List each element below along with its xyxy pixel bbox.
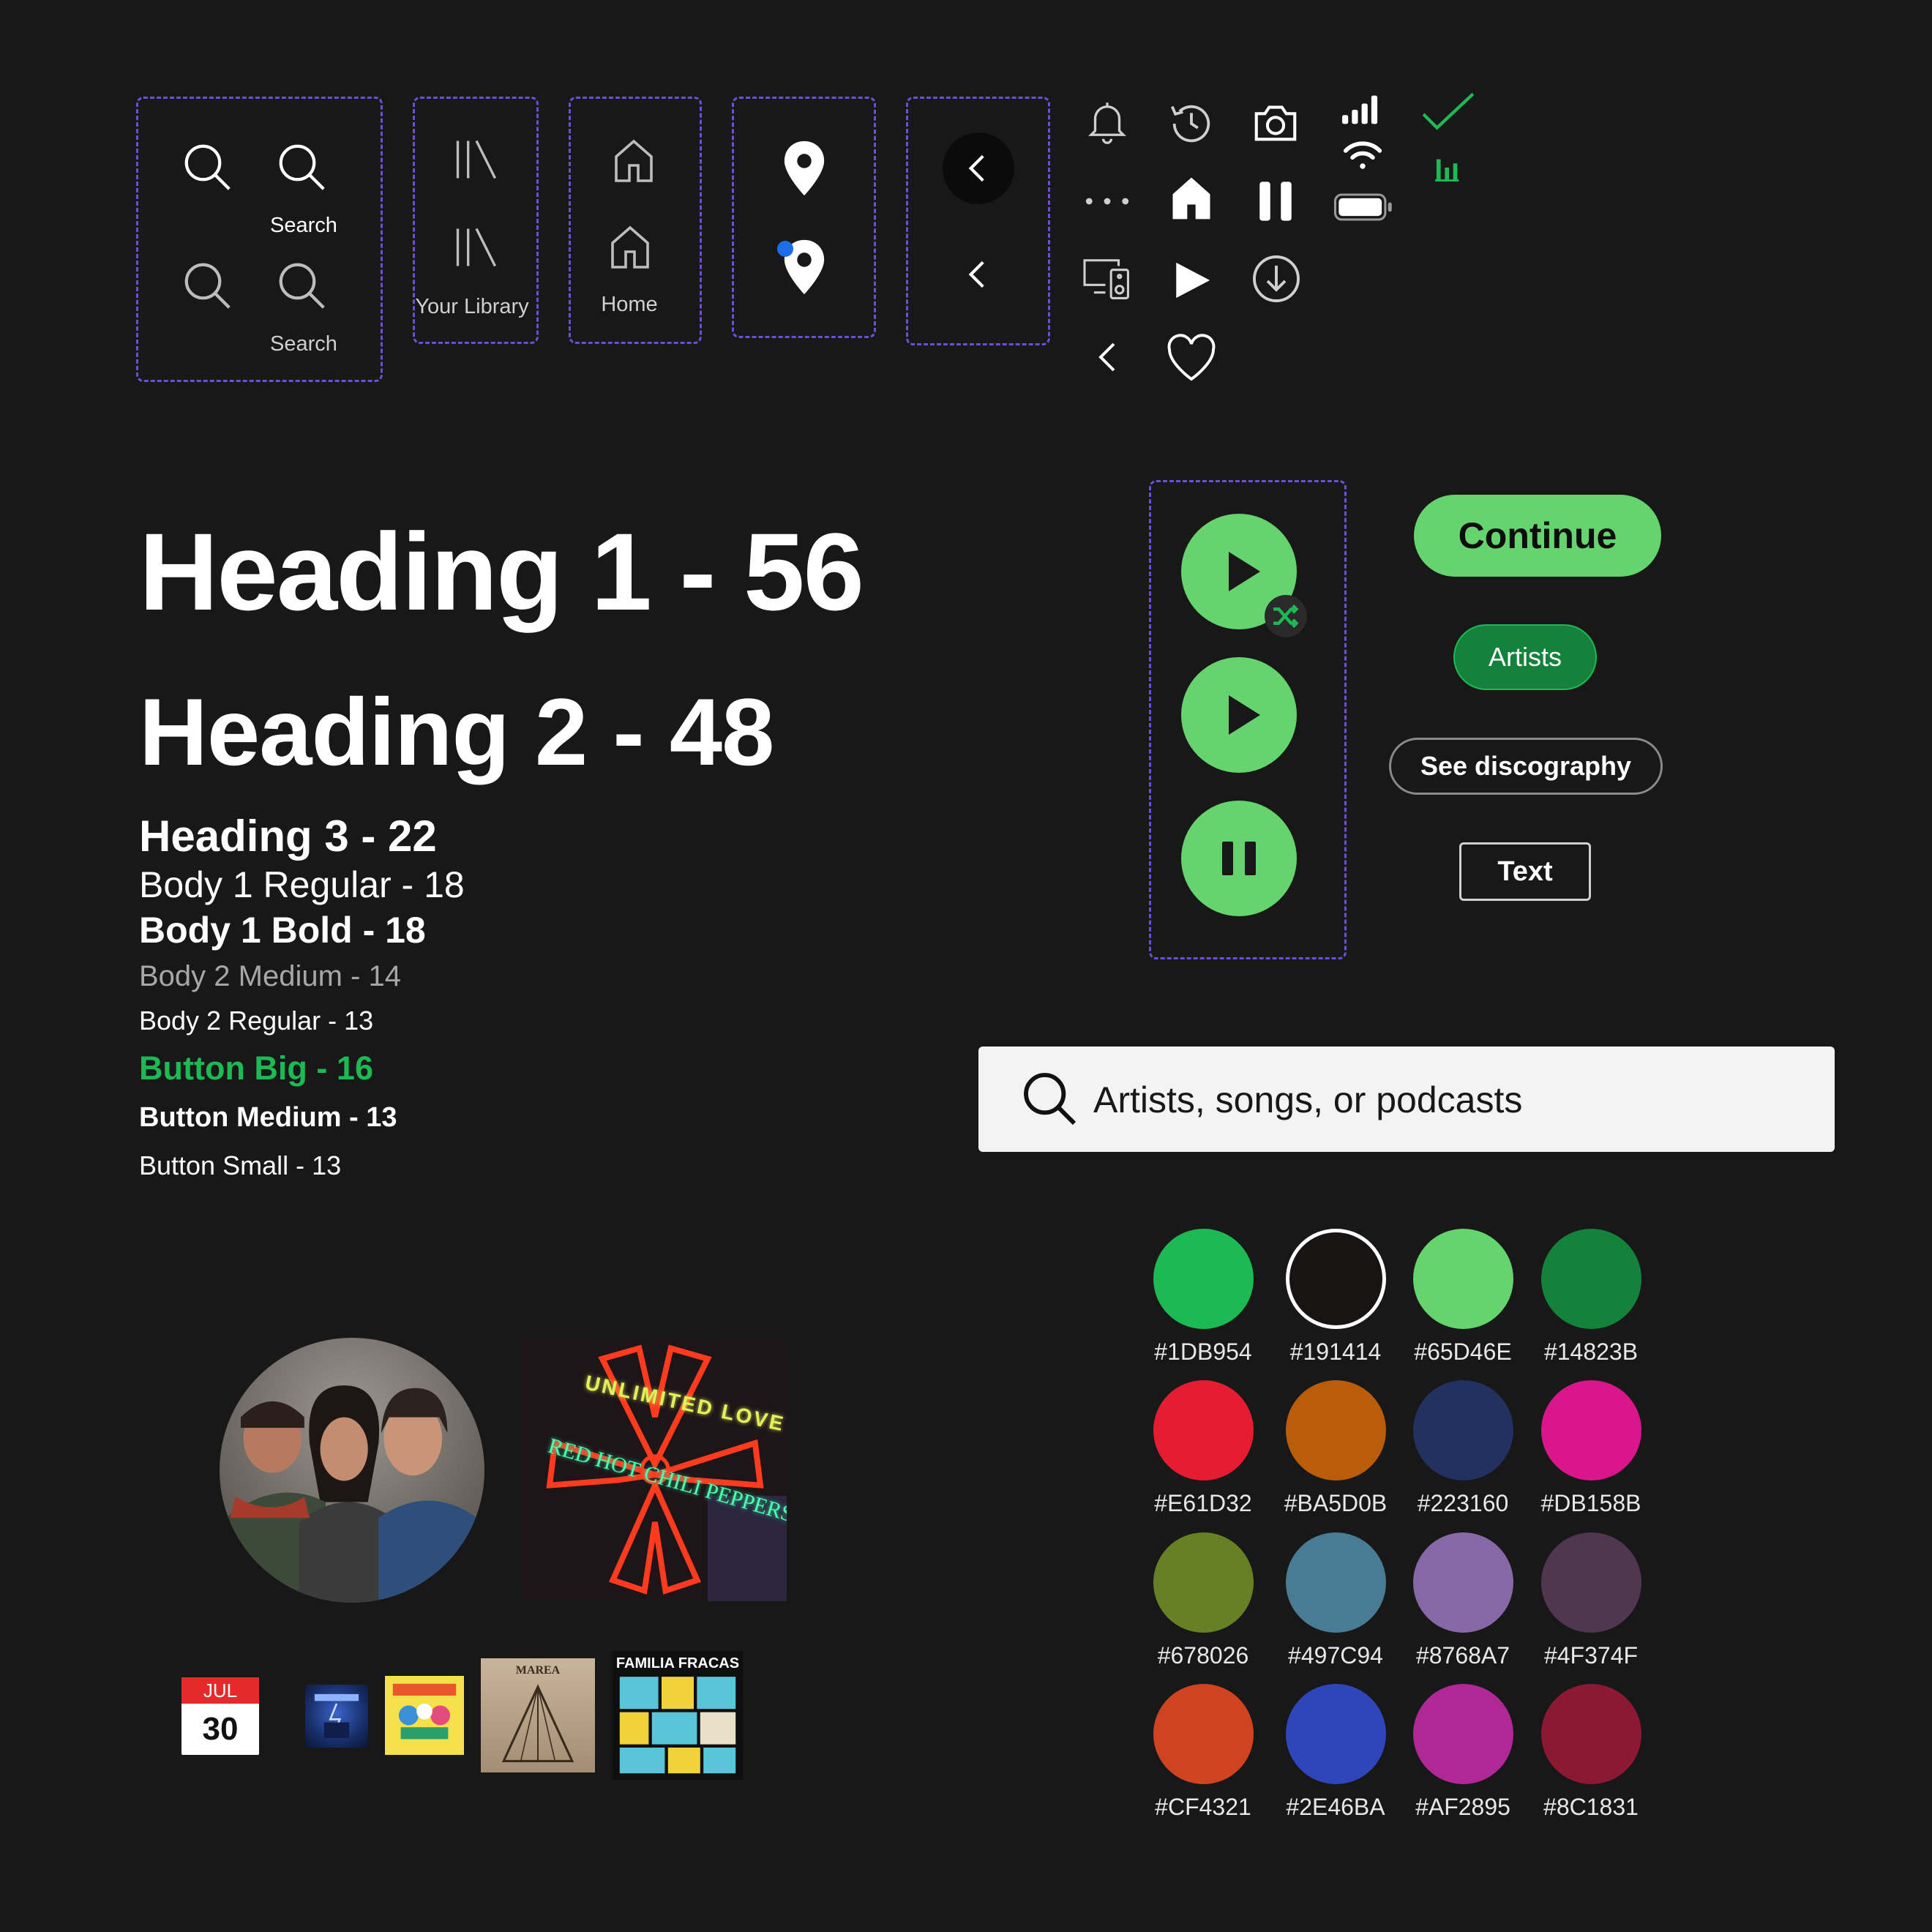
color-hex-label: #2E46BA [1286, 1794, 1385, 1820]
heart-icon[interactable] [1165, 333, 1218, 381]
color-hex-label: #AF2895 [1415, 1794, 1510, 1820]
camera-icon[interactable] [1248, 97, 1303, 148]
home-icon[interactable] [607, 135, 660, 187]
color-hex-label: #8768A7 [1415, 1642, 1510, 1669]
search-icon[interactable] [274, 139, 331, 196]
play-button[interactable] [1181, 657, 1297, 773]
color-hex-label: #DB158B [1540, 1490, 1641, 1516]
chevron-left-icon[interactable] [1090, 337, 1126, 378]
location-active-dot [777, 241, 793, 257]
calendar-icon: JUL 30 [181, 1677, 259, 1755]
heading-2-sample: Heading 2 - 48 [139, 678, 774, 785]
album-thumb-ride-the-lightning[interactable] [305, 1685, 368, 1748]
location-pin-icon[interactable] [779, 139, 830, 198]
library-icon[interactable] [452, 135, 501, 184]
calendar-month: JUL [181, 1677, 259, 1704]
home-filled-icon[interactable] [1167, 173, 1216, 224]
button-small-sample: Button Small - 13 [139, 1150, 342, 1180]
color-swatch [1413, 1684, 1513, 1784]
album-thumb-familia-title: FAMILIA FRACAS [615, 1655, 740, 1671]
signal-bars-icon [1342, 95, 1385, 124]
color-swatch [1153, 1684, 1254, 1784]
color-swatch [1286, 1684, 1386, 1784]
search-icon[interactable] [179, 139, 236, 196]
library-icon[interactable] [452, 222, 501, 272]
heading-1-sample: Heading 1 - 56 [139, 510, 864, 633]
play-icon[interactable] [1171, 259, 1213, 302]
battery-icon [1333, 193, 1393, 221]
color-swatch [1541, 1380, 1641, 1480]
color-swatch [1541, 1532, 1641, 1633]
text-button[interactable]: Text [1459, 842, 1591, 901]
color-hex-label: #191414 [1289, 1338, 1382, 1365]
color-hex-label: #4F374F [1543, 1642, 1639, 1669]
color-swatch [1286, 1380, 1386, 1480]
search-tab-label: Search [270, 214, 337, 237]
color-swatch [1413, 1532, 1513, 1633]
button-medium-sample: Button Medium - 13 [139, 1102, 397, 1133]
color-hex-label: #BA5D0B [1284, 1490, 1388, 1516]
chevron-left-icon[interactable] [960, 256, 997, 293]
color-hex-label: #223160 [1417, 1490, 1509, 1516]
home-tab-label: Home [601, 293, 658, 316]
color-swatch [1413, 1380, 1513, 1480]
body-1-regular-sample: Body 1 Regular - 18 [139, 864, 465, 905]
search-icon[interactable] [274, 258, 331, 315]
more-dots-icon[interactable] [1083, 190, 1131, 212]
album-thumb-marea[interactable]: MAREA [481, 1658, 595, 1772]
search-placeholder: Artists, songs, or podcasts [1093, 1079, 1523, 1120]
pause-button[interactable] [1181, 801, 1297, 916]
search-tab-label: Search [270, 332, 337, 356]
color-hex-label: #497C94 [1288, 1642, 1383, 1669]
check-icon [1421, 91, 1475, 133]
color-swatch [1153, 1380, 1254, 1480]
color-hex-label: #14823B [1543, 1338, 1639, 1365]
body-2-medium-sample: Body 2 Medium - 14 [139, 960, 401, 992]
pause-icon[interactable] [1257, 180, 1294, 222]
color-swatch [1153, 1532, 1254, 1633]
chevron-left-icon[interactable] [960, 150, 997, 187]
shuffle-badge-icon[interactable] [1265, 595, 1307, 637]
download-icon[interactable] [1250, 252, 1303, 305]
bell-icon[interactable] [1083, 95, 1131, 146]
color-hex-label: #CF4321 [1155, 1794, 1251, 1820]
devices-icon[interactable] [1080, 255, 1134, 300]
album-cover-unlimited-love[interactable]: UNLIMITED LOVE RED HOT CHILI PEPPERS [523, 1338, 787, 1601]
history-icon[interactable] [1166, 98, 1217, 149]
color-hex-label: #E61D32 [1154, 1490, 1252, 1516]
color-swatch [1286, 1229, 1386, 1329]
album-thumb-yellow[interactable] [385, 1676, 464, 1755]
color-hex-label: #65D46E [1414, 1338, 1512, 1365]
color-swatch [1153, 1229, 1254, 1329]
color-swatch [1286, 1532, 1386, 1633]
library-tab-label: Your Library [415, 295, 529, 318]
body-2-regular-sample: Body 2 Regular - 13 [139, 1006, 374, 1036]
color-hex-label: #678026 [1157, 1642, 1249, 1669]
artist-avatar-photo[interactable] [220, 1338, 484, 1603]
color-hex-label: #8C1831 [1543, 1794, 1639, 1820]
heading-3-sample: Heading 3 - 22 [139, 812, 437, 861]
search-bar[interactable]: Artists, songs, or podcasts [978, 1046, 1835, 1152]
location-variants-group [732, 97, 876, 338]
color-swatch [1413, 1229, 1513, 1329]
search-icon[interactable] [179, 258, 236, 315]
equalizer-icon [1434, 154, 1464, 181]
artists-chip[interactable]: Artists [1453, 624, 1597, 690]
color-hex-label: #1DB954 [1154, 1338, 1252, 1365]
button-big-sample: Button Big - 16 [139, 1049, 373, 1087]
album-thumb-familia-fracas[interactable]: FAMILIA FRACAS [613, 1651, 743, 1780]
see-discography-button[interactable]: See discography [1389, 738, 1663, 795]
calendar-day: 30 [202, 1711, 239, 1747]
body-1-bold-sample: Body 1 Bold - 18 [139, 910, 426, 951]
color-swatch [1541, 1684, 1641, 1784]
color-swatch [1541, 1229, 1641, 1329]
continue-button[interactable]: Continue [1414, 495, 1661, 577]
home-icon[interactable] [604, 221, 656, 274]
search-icon [1018, 1067, 1082, 1131]
wifi-icon [1342, 141, 1383, 171]
